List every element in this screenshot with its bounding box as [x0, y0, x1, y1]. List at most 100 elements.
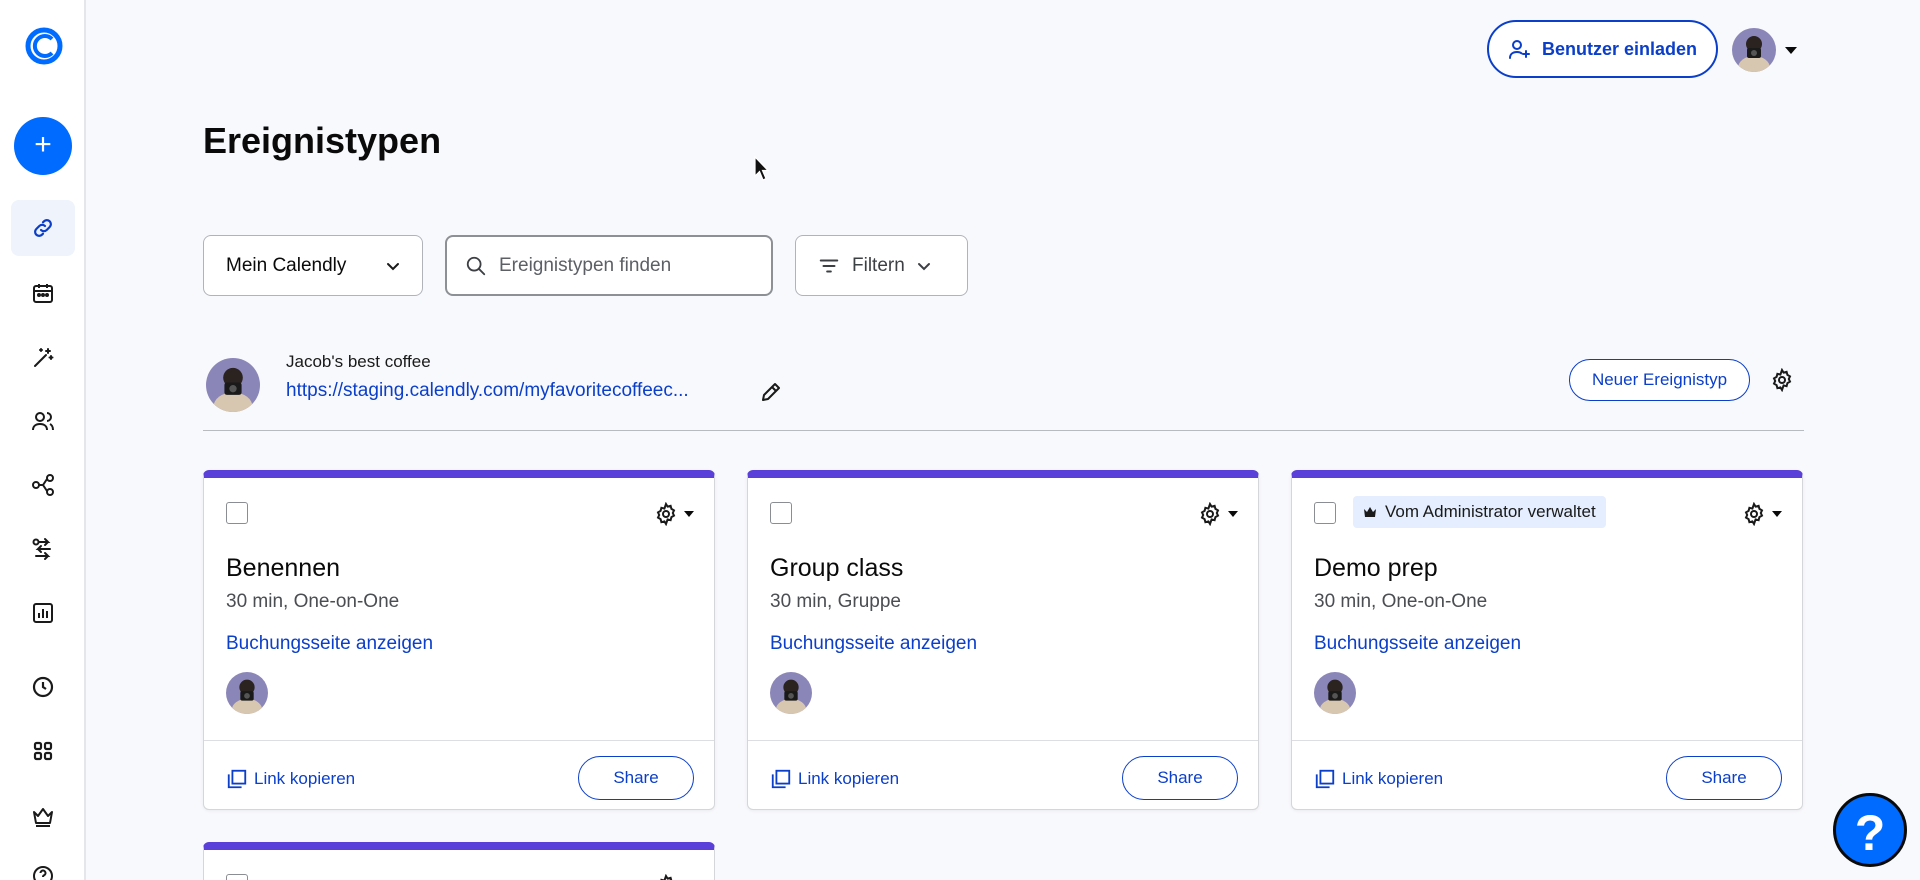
copy-icon	[1315, 769, 1335, 789]
host-avatar	[226, 672, 268, 714]
copy-link-label: Link kopieren	[1342, 769, 1444, 788]
sidebar-item-help[interactable]	[11, 848, 75, 880]
user-avatar	[206, 358, 260, 412]
event-title[interactable]: Group class	[770, 554, 903, 583]
calendly-select-value: Mein Calendly	[226, 254, 347, 276]
help-label: ?	[1854, 805, 1886, 861]
caret-down-icon	[1228, 511, 1238, 517]
gear-icon	[1200, 502, 1220, 526]
invite-label: Benutzer einladen	[1541, 38, 1698, 59]
sidebar-item-workflows[interactable]	[11, 457, 75, 513]
host-avatar	[1314, 672, 1356, 714]
card-settings-menu[interactable]	[654, 502, 694, 526]
copy-icon	[227, 769, 247, 789]
help-circle-icon	[33, 866, 53, 880]
sidebar-item-availability[interactable]	[11, 659, 75, 715]
new-event-type-label: Neuer Ereignistyp	[1591, 370, 1728, 389]
user-avatar-icon	[206, 358, 260, 412]
calendly-logo-icon[interactable]	[24, 26, 64, 66]
caret-down-icon	[684, 511, 694, 517]
chevron-down-icon	[387, 262, 399, 270]
workflow-icon	[32, 474, 54, 496]
pencil-icon[interactable]	[759, 380, 783, 404]
mouse-cursor-icon	[754, 156, 770, 181]
copy-link-button[interactable]: Link kopieren	[226, 768, 355, 790]
copy-link-button[interactable]: Link kopieren	[770, 768, 899, 790]
crown-icon	[1364, 507, 1376, 517]
event-meta: 30 min, One-on-One	[226, 591, 400, 612]
page-title: Ereignistypen	[203, 120, 442, 161]
availability-icon	[32, 676, 54, 698]
share-button[interactable]: Share	[578, 756, 694, 800]
host-avatar	[770, 672, 812, 714]
copy-link-button[interactable]: Link kopieren	[1314, 768, 1443, 790]
gear-icon	[656, 502, 676, 526]
sidebar-item-scheduling[interactable]	[11, 200, 75, 256]
sidebar-item-routing[interactable]	[11, 521, 75, 577]
search-box[interactable]	[445, 235, 773, 296]
profile-avatar[interactable]	[1732, 28, 1776, 72]
filter-button[interactable]: Filtern	[795, 235, 968, 296]
search-icon	[466, 256, 486, 275]
link-icon	[34, 219, 52, 237]
user-avatar-icon	[770, 672, 812, 714]
calendly-select[interactable]: Mein Calendly	[203, 235, 423, 296]
card-settings-menu[interactable]	[654, 874, 694, 880]
share-label: Share	[1701, 768, 1747, 787]
caret-down-icon	[1772, 511, 1782, 517]
sidebar-item-apps[interactable]	[11, 723, 75, 779]
contacts-icon	[32, 412, 54, 431]
gear-icon	[660, 874, 673, 880]
card-checkbox[interactable]	[226, 874, 248, 880]
user-avatar-icon	[1732, 28, 1776, 72]
event-title[interactable]: Benennen	[226, 554, 340, 583]
filter-label: Filtern	[852, 254, 905, 276]
invite-user-button[interactable]: Benutzer einladen	[1487, 20, 1718, 78]
card-divider	[204, 740, 714, 741]
event-type-card: Vom Administrator verwaltet Demo prep 30…	[1291, 470, 1803, 810]
event-meta: 30 min, Gruppe	[770, 591, 901, 612]
user-name: Jacob's best coffee	[286, 352, 431, 371]
card-settings-menu[interactable]	[1742, 502, 1782, 526]
routing-icon	[32, 538, 51, 560]
view-booking-page-link[interactable]: Buchungsseite anzeigen	[1314, 633, 1521, 655]
sidebar-item-ai[interactable]	[11, 330, 75, 386]
search-input[interactable]	[499, 254, 753, 277]
copy-icon	[771, 769, 791, 789]
event-meta: 30 min, One-on-One	[1314, 591, 1488, 612]
share-label: Share	[613, 768, 659, 787]
share-label: Share	[1157, 768, 1203, 787]
filter-icon	[819, 258, 839, 273]
sidebar-item-analytics[interactable]	[11, 585, 75, 641]
sidebar-item-upgrade[interactable]	[11, 788, 75, 844]
card-checkbox[interactable]	[1314, 502, 1336, 524]
add-user-icon	[1508, 40, 1530, 59]
copy-link-label: Link kopieren	[254, 769, 356, 788]
card-checkbox[interactable]	[770, 502, 792, 524]
share-button[interactable]: Share	[1666, 756, 1782, 800]
magic-wand-icon	[34, 348, 54, 367]
card-divider	[1292, 740, 1802, 741]
crown-icon	[33, 808, 53, 827]
user-avatar-icon	[226, 672, 268, 714]
analytics-icon	[33, 603, 53, 623]
card-divider	[748, 740, 1258, 741]
profile-chevron-down-icon[interactable]	[1785, 47, 1797, 54]
view-booking-page-link[interactable]: Buchungsseite anzeigen	[770, 633, 977, 655]
user-scheduling-link[interactable]: https://staging.calendly.com/myfavoritec…	[286, 380, 689, 402]
gear-icon	[1744, 502, 1764, 526]
event-type-card: Group class 30 min, Gruppe Buchungsseite…	[747, 470, 1259, 810]
create-button[interactable]: +	[14, 117, 72, 175]
chevron-down-icon	[917, 262, 930, 270]
help-button[interactable]: ?	[1833, 793, 1907, 867]
card-checkbox[interactable]	[226, 502, 248, 524]
new-event-type-button[interactable]: Neuer Ereignistyp	[1569, 359, 1750, 401]
user-avatar-icon	[1314, 672, 1356, 714]
view-booking-page-link[interactable]: Buchungsseite anzeigen	[226, 633, 433, 655]
gear-icon[interactable]	[1770, 368, 1794, 392]
sidebar-item-contacts[interactable]	[11, 393, 75, 449]
event-title[interactable]: Demo prep	[1314, 554, 1438, 583]
card-settings-menu[interactable]	[1198, 502, 1238, 526]
share-button[interactable]: Share	[1122, 756, 1238, 800]
sidebar-item-meetings[interactable]	[11, 265, 75, 321]
